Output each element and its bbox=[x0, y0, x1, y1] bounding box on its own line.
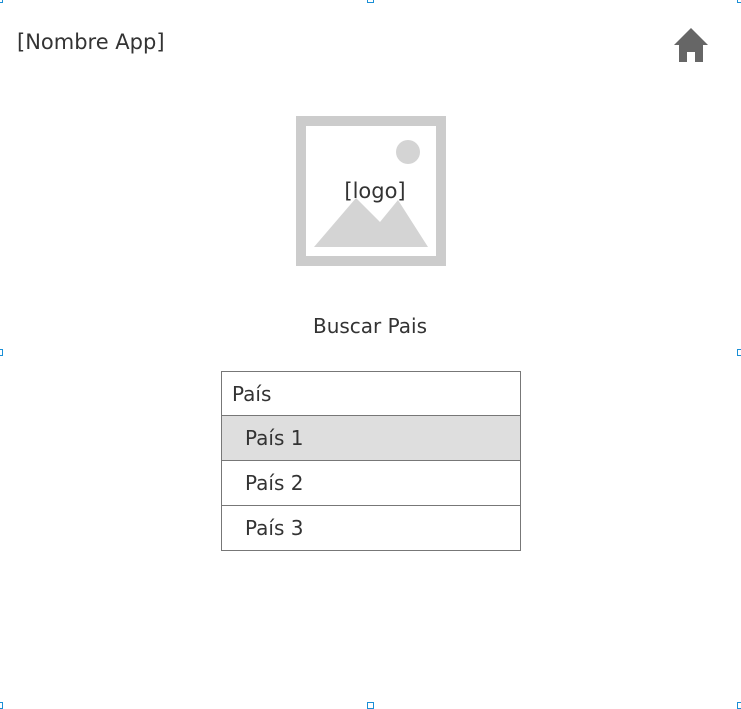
country-search-input[interactable] bbox=[222, 372, 520, 416]
country-option-3[interactable]: País 3 bbox=[222, 506, 520, 550]
resize-handle-top-center[interactable] bbox=[367, 0, 374, 3]
country-option-2[interactable]: País 2 bbox=[222, 461, 520, 506]
logo-label: [logo] bbox=[344, 179, 406, 203]
resize-handle-middle-right[interactable] bbox=[737, 349, 741, 356]
resize-handle-middle-left[interactable] bbox=[0, 349, 3, 356]
home-icon[interactable] bbox=[672, 26, 710, 64]
resize-handle-top-right[interactable] bbox=[737, 0, 741, 3]
country-option-1[interactable]: País 1 bbox=[222, 416, 520, 461]
app-name: [Nombre App] bbox=[17, 30, 165, 54]
search-title: Buscar Pais bbox=[312, 314, 428, 338]
country-combobox: País 1 País 2 País 3 bbox=[221, 371, 521, 551]
resize-handle-top-left[interactable] bbox=[0, 0, 3, 3]
